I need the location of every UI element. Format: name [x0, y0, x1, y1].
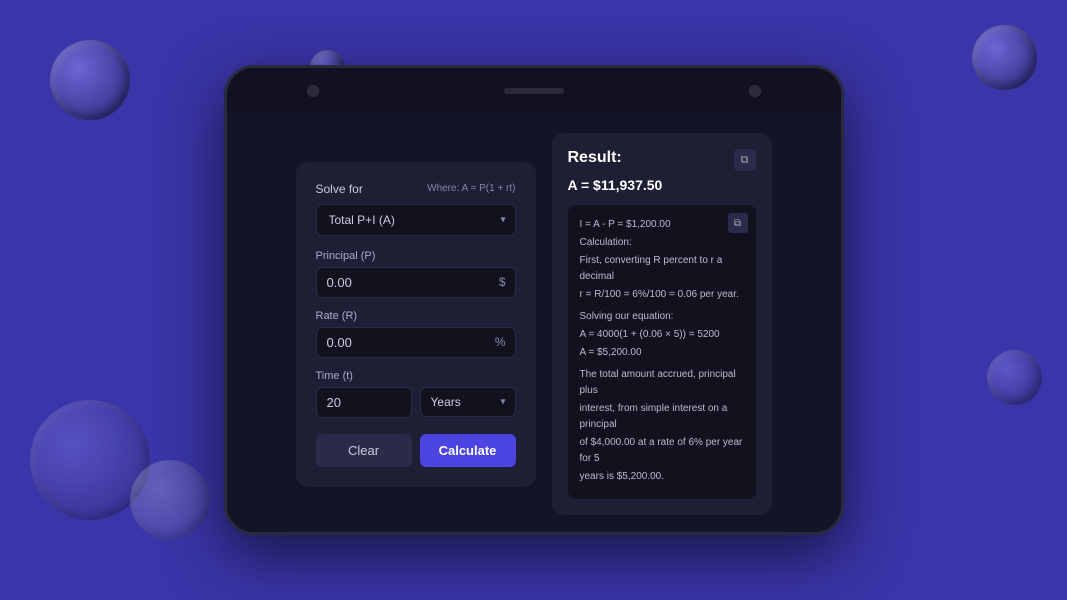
tablet-top-bar — [227, 68, 841, 113]
rate-input[interactable] — [316, 327, 516, 358]
principal-input[interactable] — [316, 267, 516, 298]
detail-line-11: interest, from simple interest on a prin… — [580, 401, 744, 433]
time-input[interactable] — [316, 387, 412, 418]
detail-line-3: First, converting R percent to r a decim… — [580, 253, 744, 285]
rate-label: Rate (R) — [316, 310, 516, 322]
result-main-value: A = $11,937.50 — [568, 177, 756, 193]
clear-button[interactable]: Clear — [316, 434, 412, 467]
time-field-group: Time (t) YearsMonthsDays ▾ — [316, 370, 516, 418]
dollar-suffix: $ — [499, 275, 506, 289]
principal-label: Principal (P) — [316, 250, 516, 262]
bg-sphere-3 — [972, 25, 1037, 90]
detail-line-7: A = 4000(1 + (0.06 × 5)) = 5200 — [580, 327, 744, 343]
time-unit-select-wrapper: YearsMonthsDays ▾ — [420, 387, 516, 418]
time-row: YearsMonthsDays ▾ — [316, 387, 516, 418]
formula-label: Where: A = P(1 + rt) — [427, 183, 515, 194]
bg-sphere-5 — [130, 460, 210, 540]
front-camera — [307, 85, 319, 97]
result-panel: Result: ⧉ A = $11,937.50 ⧉ I = A - P = $… — [552, 133, 772, 515]
detail-line-2: Calculation: — [580, 235, 744, 251]
microphone — [749, 85, 761, 97]
result-header: Result: ⧉ — [568, 149, 756, 171]
speaker-grille — [504, 88, 564, 94]
detail-line-8: A = $5,200.00 — [580, 345, 744, 361]
calculator-panel: Solve for Where: A = P(1 + rt) Total P+I… — [296, 162, 536, 487]
tablet-device: Solve for Where: A = P(1 + rt) Total P+I… — [224, 65, 844, 535]
tablet-content: Solve for Where: A = P(1 + rt) Total P+I… — [227, 113, 841, 535]
solve-for-select-wrapper: Total P+I (A)Principal (P)Rate (R)Time (… — [316, 204, 516, 236]
percent-suffix: % — [495, 335, 506, 349]
detail-line-12: of $4,000.00 at a rate of 6% per year fo… — [580, 435, 744, 467]
solve-for-select[interactable]: Total P+I (A)Principal (P)Rate (R)Time (… — [316, 204, 516, 236]
time-unit-select[interactable]: YearsMonthsDays — [420, 387, 516, 417]
copy-detail-icon: ⧉ — [734, 218, 741, 229]
detail-line-1: I = A - P = $1,200.00 — [580, 217, 744, 233]
calculate-button[interactable]: Calculate — [420, 434, 516, 467]
solve-for-label: Solve for — [316, 182, 363, 196]
bg-sphere-1 — [50, 40, 130, 120]
detail-line-4: r = R/100 = 6%/100 = 0.06 per year. — [580, 287, 744, 303]
button-row: Clear Calculate — [316, 434, 516, 467]
rate-input-wrapper: % — [316, 327, 516, 358]
copy-result-button[interactable]: ⧉ — [734, 149, 756, 171]
result-title: Result: — [568, 149, 622, 167]
copy-icon: ⧉ — [741, 154, 749, 167]
bg-sphere-6 — [987, 350, 1042, 405]
copy-detail-button[interactable]: ⧉ — [728, 213, 748, 233]
solve-for-header: Solve for Where: A = P(1 + rt) — [316, 182, 516, 196]
time-label: Time (t) — [316, 370, 516, 382]
rate-field-group: Rate (R) % — [316, 310, 516, 358]
detail-line-6: Solving our equation: — [580, 309, 744, 325]
principal-input-wrapper: $ — [316, 267, 516, 298]
detail-line-10: The total amount accrued, principal plus — [580, 367, 744, 399]
time-input-wrapper — [316, 387, 412, 418]
result-detail-box: ⧉ I = A - P = $1,200.00 Calculation: Fir… — [568, 205, 756, 499]
result-detail-text: I = A - P = $1,200.00 Calculation: First… — [580, 217, 744, 485]
principal-field-group: Principal (P) $ — [316, 250, 516, 298]
detail-line-13: years is $5,200.00. — [580, 469, 744, 485]
